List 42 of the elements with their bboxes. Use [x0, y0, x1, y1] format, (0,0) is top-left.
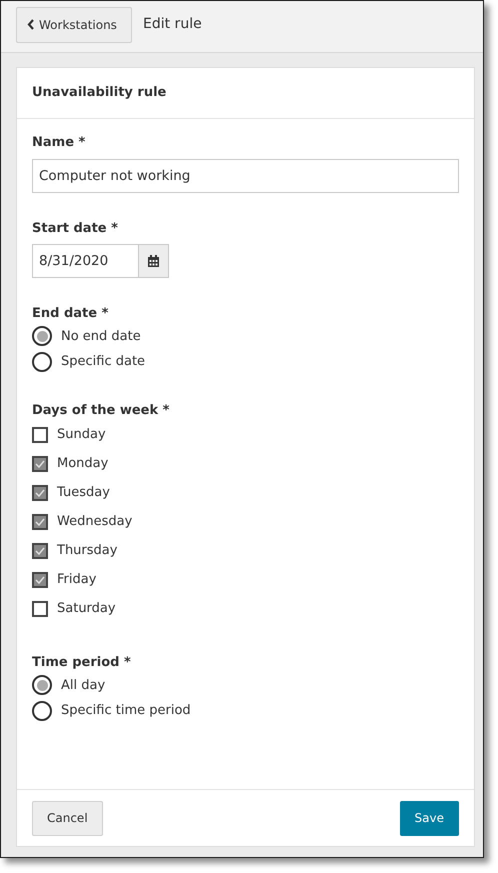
checkbox-label[interactable]: Thursday	[57, 540, 118, 560]
name-field[interactable]: Computer not working	[32, 158, 459, 192]
radio-button[interactable]	[32, 675, 52, 696]
checkbox[interactable]	[32, 456, 48, 472]
checkbox-label[interactable]: Friday	[57, 570, 96, 590]
checkbox[interactable]	[32, 514, 48, 530]
checkbox[interactable]	[32, 484, 48, 500]
chevron-left-icon	[27, 19, 34, 30]
save-button[interactable]: Save	[400, 800, 459, 836]
radio-button[interactable]	[32, 700, 52, 721]
radio-button[interactable]	[32, 352, 52, 372]
checkbox[interactable]	[32, 572, 48, 588]
radio-button[interactable]	[32, 326, 52, 346]
checkmark-icon	[35, 546, 45, 554]
back-button[interactable]: Workstations	[16, 6, 132, 42]
radio-label[interactable]: Specific date	[61, 352, 146, 372]
checkmark-icon	[35, 518, 45, 526]
checkbox-label[interactable]: Wednesday	[57, 512, 132, 532]
page-title: Edit rule	[143, 15, 202, 34]
radio-label[interactable]: Specific time period	[61, 701, 191, 720]
calendar-icon	[148, 255, 159, 267]
checkmark-icon	[35, 576, 45, 584]
checkbox[interactable]	[32, 426, 48, 442]
field-label: Days of the week *	[32, 402, 170, 420]
field-label: Start date *	[32, 220, 118, 238]
checkbox[interactable]	[32, 600, 48, 616]
field-label: End date *	[32, 305, 108, 323]
checkbox-label[interactable]: Tuesday	[57, 482, 110, 502]
cancel-button[interactable]: Cancel	[32, 800, 103, 836]
field-label: Time period *	[32, 654, 131, 672]
checkbox-label[interactable]: Monday	[57, 454, 108, 474]
radio-label[interactable]: All day	[61, 676, 106, 695]
field-label: Name *	[32, 134, 86, 152]
checkbox-label[interactable]: Saturday	[57, 598, 116, 618]
checkmark-icon	[35, 488, 45, 496]
checkmark-icon	[35, 460, 45, 468]
checkbox-label[interactable]: Sunday	[57, 424, 106, 444]
calendar-button[interactable]	[139, 244, 169, 278]
radio-label[interactable]: No end date	[61, 326, 141, 346]
card-title: Unavailability rule	[17, 68, 474, 119]
checkbox[interactable]	[32, 542, 48, 558]
date-field[interactable]: 8/31/2020	[32, 244, 139, 278]
